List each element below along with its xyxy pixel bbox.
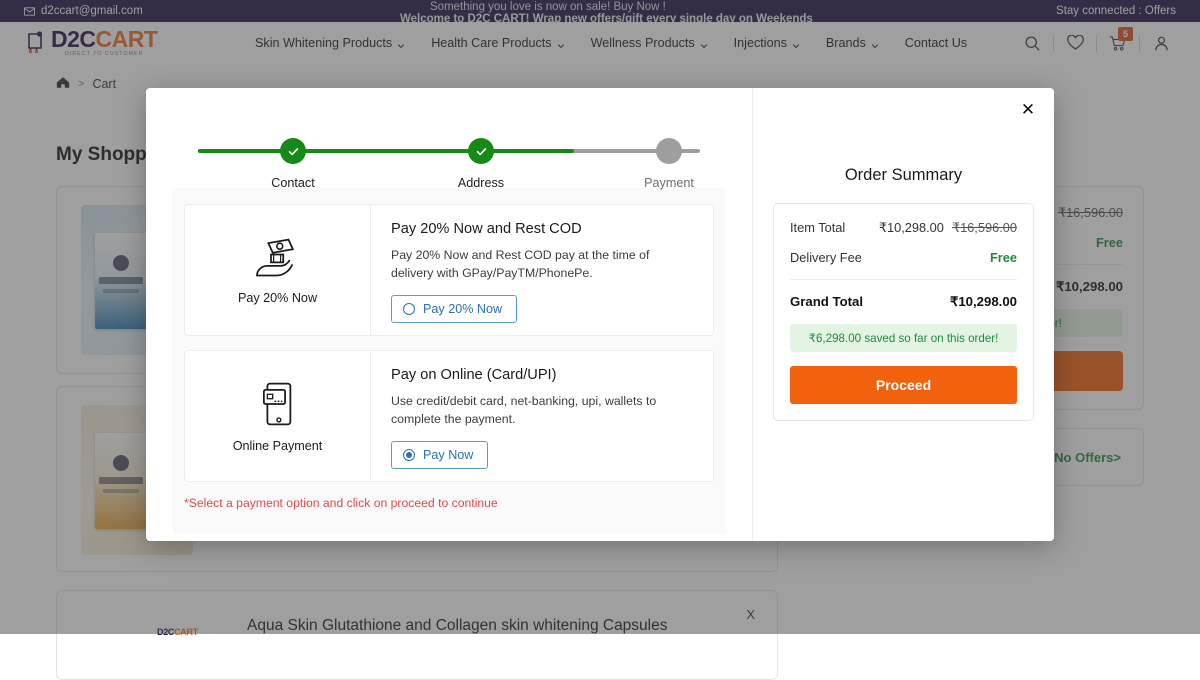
value: ₹10,298.00 (950, 294, 1017, 310)
label: Delivery Fee (790, 250, 862, 265)
option-title: Pay 20% Now and Rest COD (391, 221, 695, 237)
label: Grand Total (790, 294, 863, 309)
stepper-label-address: Address (458, 176, 504, 190)
close-icon[interactable]: ✕ (1017, 98, 1039, 120)
radio-label: Pay Now (423, 448, 473, 462)
summary-row-delivery-fee: Delivery Fee Free (790, 250, 1017, 265)
stepper-node-address[interactable] (468, 138, 494, 164)
value: ₹10,298.00 (879, 220, 944, 236)
radio-label: Pay 20% Now (423, 302, 502, 316)
payment-option-pay-20-percent[interactable]: Pay 20% Now Pay 20% Now and Rest COD Pay… (184, 204, 714, 336)
radio-pay-now[interactable]: Pay Now (391, 441, 488, 469)
label: Item Total (790, 220, 845, 235)
check-icon (475, 145, 488, 158)
stepper-node-contact[interactable] (280, 138, 306, 164)
card-mobile-icon (255, 379, 301, 429)
option-icon-label: Online Payment (233, 439, 323, 453)
divider (790, 279, 1017, 280)
option-icon-label: Pay 20% Now (238, 291, 317, 305)
payment-modal: Contact Address Payment (146, 88, 1054, 541)
order-summary-heading: Order Summary (773, 166, 1034, 185)
radio-indicator-selected (403, 449, 415, 461)
payment-error-note: *Select a payment option and click on pr… (184, 496, 714, 510)
stepper-node-payment[interactable] (656, 138, 682, 164)
modal-left-pane: Contact Address Payment (146, 88, 752, 541)
option-body: Pay 20% Now and Rest COD Pay 20% Now and… (371, 205, 713, 335)
option-description: Pay 20% Now and Rest COD pay at the time… (391, 247, 695, 283)
proceed-button[interactable]: Proceed (790, 366, 1017, 404)
option-description: Use credit/debit card, net-banking, upi,… (391, 393, 695, 429)
radio-pay-20-percent[interactable]: Pay 20% Now (391, 295, 517, 323)
page-root: d2ccart@gmail.com Something you love is … (0, 0, 1200, 634)
stepper-label-contact: Contact (271, 176, 314, 190)
payment-options-panel: Pay 20% Now Pay 20% Now and Rest COD Pay… (172, 188, 726, 534)
modal-right-pane: ✕ Order Summary Item Total ₹10,298.00 ₹1… (752, 88, 1054, 541)
value: Free (990, 250, 1017, 265)
order-summary-card: Item Total ₹10,298.00 ₹16,596.00 Deliver… (773, 203, 1034, 421)
cash-in-hand-icon (250, 235, 306, 281)
option-icon-column: Pay 20% Now (185, 205, 371, 335)
check-icon (287, 145, 300, 158)
stepper-progress-fill (198, 149, 574, 153)
option-icon-column: Online Payment (185, 351, 371, 481)
radio-indicator (403, 303, 415, 315)
original-price: ₹16,596.00 (952, 220, 1017, 236)
option-title: Pay on Online (Card/UPI) (391, 367, 695, 383)
savings-note: ₹6,298.00 saved so far on this order! (790, 324, 1017, 352)
summary-row-grand-total: Grand Total ₹10,298.00 (790, 294, 1017, 310)
stepper-label-payment: Payment (644, 176, 694, 190)
summary-row-item-total: Item Total ₹10,298.00 ₹16,596.00 (790, 220, 1017, 236)
option-body: Pay on Online (Card/UPI) Use credit/debi… (371, 351, 713, 481)
payment-option-online[interactable]: Online Payment Pay on Online (Card/UPI) … (184, 350, 714, 482)
checkout-stepper: Contact Address Payment (174, 116, 724, 178)
